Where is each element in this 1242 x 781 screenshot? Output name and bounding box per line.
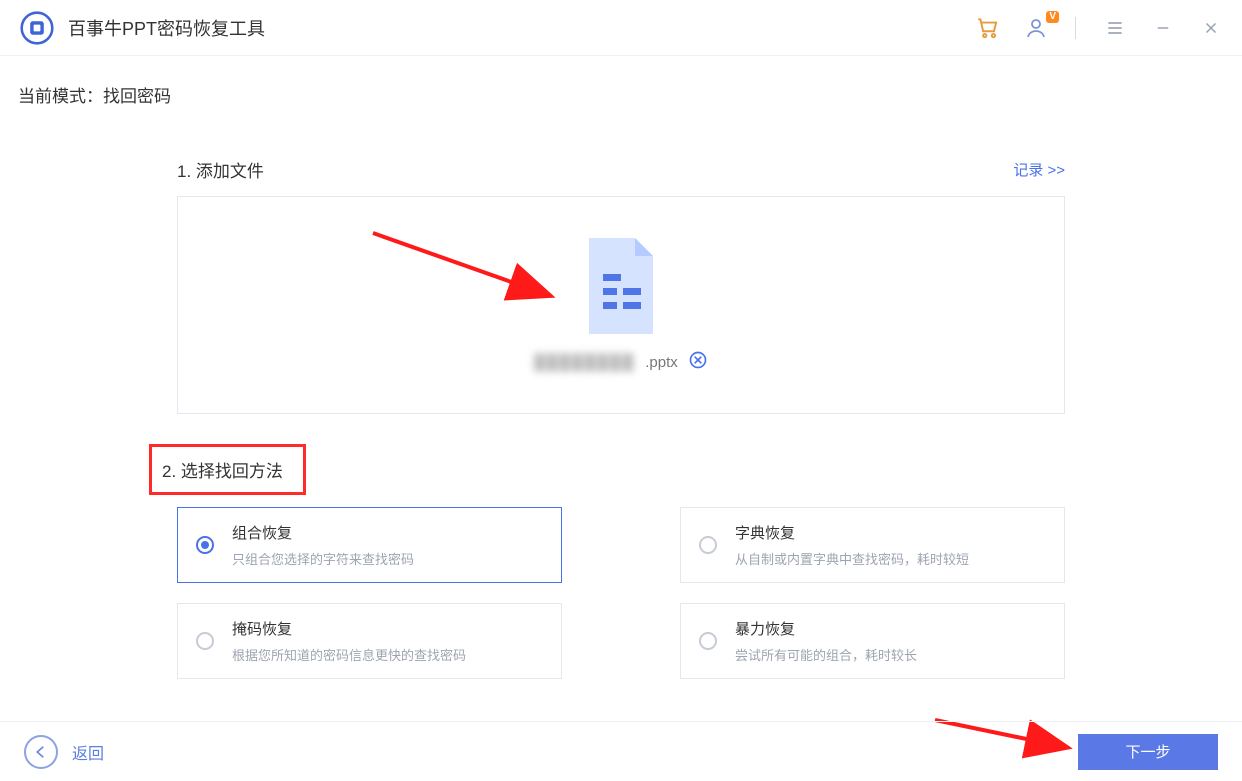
divider — [1075, 17, 1076, 39]
method-desc: 根据您所知道的密码信息更快的查找密码 — [232, 645, 466, 664]
method-card-bruteforce[interactable]: 暴力恢复 尝试所有可能的组合，耗时较长 — [680, 603, 1065, 679]
back-arrow-icon — [24, 735, 58, 769]
footer: 返回 下一步 — [0, 721, 1242, 781]
method-desc: 从自制或内置字典中查找密码，耗时较短 — [735, 549, 969, 568]
method-title: 组合恢复 — [232, 522, 414, 543]
back-label: 返回 — [72, 740, 104, 764]
minimize-icon[interactable] — [1150, 15, 1176, 41]
mode-line: 当前模式：找回密码 — [18, 82, 1224, 107]
method-title: 字典恢复 — [735, 522, 969, 543]
radio-icon — [196, 536, 214, 554]
radio-icon — [699, 536, 717, 554]
vip-badge: V — [1046, 11, 1059, 23]
file-extension: .pptx — [645, 354, 678, 371]
method-desc: 尝试所有可能的组合，耗时较长 — [735, 645, 917, 664]
step2-title: 2. 选择找回方法 — [162, 457, 283, 482]
method-card-mask[interactable]: 掩码恢复 根据您所知道的密码信息更快的查找密码 — [177, 603, 562, 679]
method-card-dictionary[interactable]: 字典恢复 从自制或内置字典中查找密码，耗时较短 — [680, 507, 1065, 583]
back-button[interactable]: 返回 — [24, 735, 104, 769]
mode-label: 当前模式： — [18, 87, 103, 106]
file-dropzone[interactable]: ████████ .pptx — [177, 196, 1065, 414]
step2-highlight-box: 2. 选择找回方法 — [149, 444, 306, 495]
step1-title: 1. 添加文件 — [177, 157, 264, 182]
mode-value: 找回密码 — [103, 87, 171, 106]
cart-icon[interactable] — [975, 15, 1001, 41]
method-title: 暴力恢复 — [735, 618, 917, 639]
app-title: 百事牛PPT密码恢复工具 — [68, 15, 265, 41]
annotation-arrow-1 — [368, 225, 568, 315]
radio-icon — [699, 632, 717, 650]
close-icon[interactable] — [1198, 15, 1224, 41]
method-grid: 组合恢复 只组合您选择的字符来查找密码 字典恢复 从自制或内置字典中查找密码，耗… — [177, 507, 1065, 679]
titlebar: 百事牛PPT密码恢复工具 V — [0, 0, 1242, 56]
radio-icon — [196, 632, 214, 650]
file-name-hidden: ████████ — [534, 354, 635, 371]
app-logo-icon — [20, 11, 54, 45]
remove-file-icon[interactable] — [688, 350, 708, 374]
method-card-combo[interactable]: 组合恢复 只组合您选择的字符来查找密码 — [177, 507, 562, 583]
next-button[interactable]: 下一步 — [1078, 734, 1218, 770]
menu-icon[interactable] — [1102, 15, 1128, 41]
user-icon[interactable]: V — [1023, 15, 1049, 41]
records-link[interactable]: 记录 >> — [1013, 159, 1065, 180]
document-icon — [578, 236, 664, 336]
method-title: 掩码恢复 — [232, 618, 466, 639]
next-label: 下一步 — [1125, 741, 1170, 762]
method-desc: 只组合您选择的字符来查找密码 — [232, 549, 414, 568]
